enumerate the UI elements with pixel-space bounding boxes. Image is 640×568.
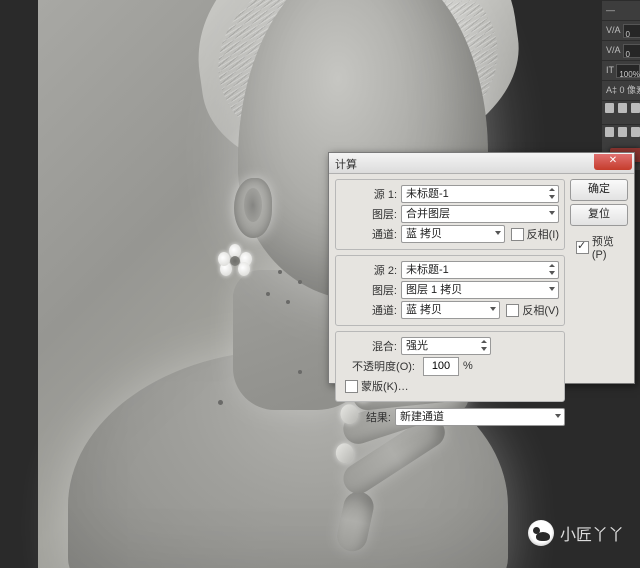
ok-button[interactable]: 确定 [570,179,628,201]
watermark: 小匠丫丫 [528,520,624,546]
kerning-field-2[interactable]: 0 [623,44,640,58]
source1-label: 源 1: [341,186,397,202]
source1-layer-dropdown[interactable]: 合并图层 [401,205,559,223]
opacity-label: 不透明度(O): [341,358,415,374]
opacity-unit: % [463,360,473,372]
source1-channel-label: 通道: [341,226,397,242]
mask-label: 蒙版(K)… [361,378,409,394]
source1-layer-label: 图层: [341,206,397,222]
scale-v-field[interactable]: 100% [616,64,640,78]
mask-checkbox[interactable] [345,380,358,393]
source2-channel-label: 通道: [341,302,397,318]
wechat-icon [528,520,554,546]
font-family-row[interactable]: — [602,0,640,20]
blend-label: 混合: [341,338,397,354]
blend-group: 混合: 强光 不透明度(O): % 蒙版(K)… [335,331,565,402]
titlebar[interactable]: 计算 [329,153,634,174]
source2-dropdown[interactable]: 未标题-1 [401,261,559,279]
source1-group: 源 1: 未标题-1 图层: 合并图层 通道: 蓝 拷贝 反相(I) [335,179,565,250]
source1-dropdown[interactable]: 未标题-1 [401,185,559,203]
source2-layer-label: 图层: [341,282,397,298]
source2-channel-dropdown[interactable]: 蓝 拷贝 [401,301,500,319]
blend-mode-dropdown[interactable]: 强光 [401,337,491,355]
source2-layer-dropdown[interactable]: 图层 1 拷贝 [401,281,559,299]
type-opts-row[interactable] [602,124,640,148]
source1-invert-label: 反相(I) [527,226,559,242]
close-button[interactable] [594,154,632,170]
kerning-field-1[interactable]: 0 [623,24,640,38]
baseline-label: 0 像素 [620,85,640,95]
watermark-text: 小匠丫丫 [560,521,624,545]
preview-checkbox[interactable] [576,241,589,254]
source2-label: 源 2: [341,262,397,278]
reset-button[interactable]: 复位 [570,204,628,226]
result-label: 结果: [335,409,391,425]
opacity-field[interactable] [423,357,459,376]
source2-group: 源 2: 未标题-1 图层: 图层 1 拷贝 通道: 蓝 拷贝 反相(V) [335,255,565,326]
preview-label: 预览(P) [592,233,628,261]
source2-invert-checkbox[interactable] [506,304,519,317]
dialog-title: 计算 [335,156,357,172]
source2-invert-label: 反相(V) [522,302,559,318]
type-style-row[interactable] [602,100,640,124]
calculations-dialog: 计算 源 1: 未标题-1 图层: 合并图层 通道: 蓝 拷贝 反相(I) 源 … [328,152,635,384]
character-panel: — V/A 0 V/A 0 IT 100% A‡ 0 像素 [602,0,640,170]
source1-channel-dropdown[interactable]: 蓝 拷贝 [401,225,505,243]
earring-flower [220,246,250,276]
result-dropdown[interactable]: 新建通道 [395,408,565,426]
source1-invert-checkbox[interactable] [511,228,524,241]
